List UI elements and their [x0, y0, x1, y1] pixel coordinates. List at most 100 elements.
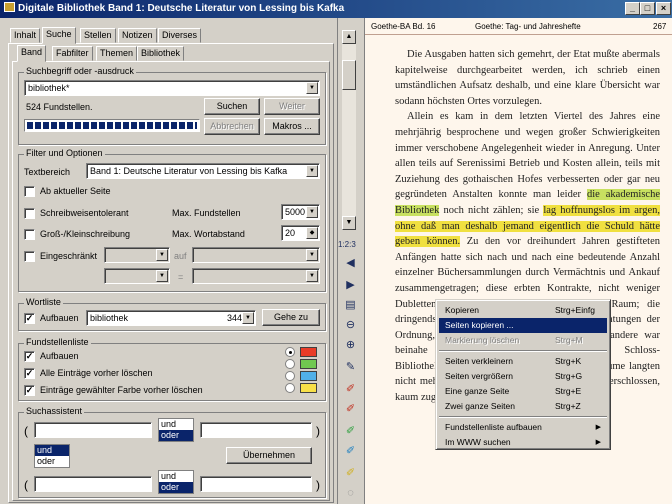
op-oder[interactable]: oder	[159, 482, 193, 493]
scroll-down-icon[interactable]: ▼	[342, 216, 356, 230]
op-und[interactable]: und	[159, 419, 193, 430]
tab-diverses[interactable]: Diverses	[158, 28, 202, 43]
search-input[interactable]: bibliothek* ▼	[24, 80, 320, 96]
hitlist-group-label: Fundstellenliste	[24, 337, 91, 347]
menu-item-zwei-seiten[interactable]: Zwei ganze Seiten Strg+Z	[439, 399, 607, 414]
assistant-term-1[interactable]	[34, 422, 152, 438]
paren-open-2[interactable]: (	[24, 478, 28, 492]
color-radio-red[interactable]	[285, 347, 295, 357]
restrict-field-3[interactable]: ▼	[104, 268, 170, 284]
tab-band[interactable]: Band	[17, 45, 47, 62]
scroll-up-icon[interactable]: ▲	[342, 30, 356, 44]
chevron-down-icon[interactable]: ▼	[242, 312, 254, 324]
scope-label: Textbereich	[24, 167, 71, 177]
tab-bibliothek[interactable]: Bibliothek	[137, 46, 185, 61]
max-dist-stepper[interactable]: 20 ◆	[281, 225, 320, 241]
assistant-term-2[interactable]	[200, 422, 312, 438]
op-und[interactable]: und	[159, 471, 193, 482]
menu-item-vergroessern[interactable]: Seiten vergrößern Strg+G	[439, 369, 607, 384]
next-button[interactable]: Weiter	[264, 98, 320, 115]
tab-notizen[interactable]: Notizen	[118, 28, 157, 43]
back-arrow-icon[interactable]: ◀	[342, 256, 359, 270]
paren-open[interactable]: (	[24, 424, 28, 438]
goto-button[interactable]: Gehe zu	[262, 309, 320, 326]
macros-button[interactable]: Makros ...	[264, 118, 320, 135]
paren-close-2[interactable]: )	[316, 478, 320, 492]
scroll-thumb[interactable]	[342, 60, 356, 90]
menu-item-eine-seite[interactable]: Eine ganze Seite Strg+E	[439, 384, 607, 399]
page-icon[interactable]: ▤	[342, 298, 359, 312]
text-span: Allein es kam in dem letzten Viertel des…	[395, 111, 660, 201]
cancel-button[interactable]: Abbrechen	[204, 118, 260, 135]
tab-farbfilter[interactable]: Fabfilter	[52, 46, 93, 61]
red-pen-icon[interactable]: ✐	[342, 382, 359, 396]
assistant-op-1[interactable]: und oder	[158, 418, 194, 442]
tab-themen[interactable]: Themen	[96, 46, 138, 61]
restrict-field-2[interactable]: ▼	[192, 247, 320, 263]
paren-close[interactable]: )	[316, 424, 320, 438]
restricted-checkbox[interactable]	[24, 251, 35, 262]
red-marker-icon[interactable]: ✐	[342, 402, 359, 416]
op-und[interactable]: und	[35, 445, 69, 456]
menu-item-seiten-kopieren[interactable]: Seiten kopieren ...	[439, 318, 607, 333]
restrict-field-4[interactable]: ▼	[192, 268, 320, 284]
blue-marker-icon[interactable]: ✐	[342, 444, 359, 458]
assistant-op-3[interactable]: und oder	[158, 470, 194, 494]
menu-shortcut: Strg+G	[555, 371, 583, 381]
maximize-button[interactable]: □	[640, 2, 655, 15]
tab-stellen[interactable]: Stellen	[80, 28, 116, 43]
chevron-down-icon[interactable]: ▼	[306, 249, 318, 261]
zoom-in-icon[interactable]: ⊕	[342, 338, 359, 352]
context-menu: Kopieren Strg+Einfg Seiten kopieren ... M…	[435, 299, 611, 450]
chevron-down-icon[interactable]: ▼	[306, 82, 318, 94]
op-oder[interactable]: oder	[159, 430, 193, 441]
assistant-term-4[interactable]	[200, 476, 312, 492]
color-radio-blue[interactable]	[285, 371, 295, 381]
chevron-down-icon[interactable]: ▼	[306, 206, 318, 218]
green-marker-icon[interactable]: ✐	[342, 424, 359, 438]
case-checkbox[interactable]	[24, 229, 35, 240]
page-mode-label[interactable]: 1:2:3	[338, 240, 356, 249]
menu-item-verkleinern[interactable]: Seiten verkleinern Strg+K	[439, 354, 607, 369]
menu-item-kopieren[interactable]: Kopieren Strg+Einfg	[439, 303, 607, 318]
marker-icon[interactable]: ✎	[342, 360, 359, 374]
tab-suche[interactable]: Suche	[42, 27, 76, 44]
eraser-icon[interactable]: ◌	[342, 486, 359, 500]
color-radio-yellow[interactable]	[285, 383, 295, 393]
clear-color-label: Einträge gewählter Farbe vorher löschen	[40, 385, 203, 395]
zoom-out-icon[interactable]: ⊖	[342, 318, 359, 332]
wordlist-build-checkbox[interactable]: ✓	[24, 313, 35, 324]
menu-item-fundstellenliste[interactable]: Fundstellenliste aufbauen ▶	[439, 420, 607, 435]
assistant-op-2[interactable]: und oder	[34, 444, 70, 468]
window-title: Digitale Bibliothek Band 1: Deutsche Lit…	[18, 3, 345, 14]
tab-inhalt[interactable]: Inhalt	[10, 28, 41, 43]
menu-item-www[interactable]: Im WWW suchen ▶	[439, 435, 607, 450]
close-button[interactable]: ×	[656, 2, 671, 15]
clear-color-checkbox[interactable]: ✓	[24, 385, 35, 396]
spin-icon[interactable]: ◆	[306, 227, 318, 239]
chevron-down-icon[interactable]: ▼	[306, 270, 318, 282]
assistant-term-3[interactable]	[34, 476, 152, 492]
menu-label: Im WWW suchen	[445, 437, 511, 447]
menu-item-markierung-loeschen[interactable]: Markierung löschen Strg+M	[439, 333, 607, 348]
from-page-checkbox[interactable]	[24, 186, 35, 197]
chevron-down-icon[interactable]: ▼	[306, 165, 318, 177]
restrict-field-1[interactable]: ▼	[104, 247, 170, 263]
forward-arrow-icon[interactable]: ▶	[342, 278, 359, 292]
search-button[interactable]: Suchen	[204, 98, 260, 115]
wordlist-select[interactable]: bibliothek 344 ▼	[86, 310, 256, 326]
tolerant-checkbox[interactable]	[24, 208, 35, 219]
title-bar: Digitale Bibliothek Band 1: Deutsche Lit…	[0, 0, 672, 18]
chevron-down-icon[interactable]: ▼	[156, 270, 168, 282]
clear-all-checkbox[interactable]: ✓	[24, 368, 35, 379]
color-radio-green[interactable]	[285, 359, 295, 369]
yellow-marker-icon[interactable]: ✐	[342, 466, 359, 480]
op-oder[interactable]: oder	[35, 456, 69, 467]
apply-button[interactable]: Übernehmen	[226, 447, 312, 464]
menu-label: Fundstellenliste aufbauen	[445, 422, 542, 432]
minimize-button[interactable]: _	[625, 2, 640, 15]
max-hits-select[interactable]: 5000 ▼	[281, 204, 320, 220]
hitlist-build-checkbox[interactable]: ✓	[24, 351, 35, 362]
chevron-down-icon[interactable]: ▼	[156, 249, 168, 261]
scope-select[interactable]: Band 1: Deutsche Literatur von Lessing b…	[86, 163, 320, 179]
